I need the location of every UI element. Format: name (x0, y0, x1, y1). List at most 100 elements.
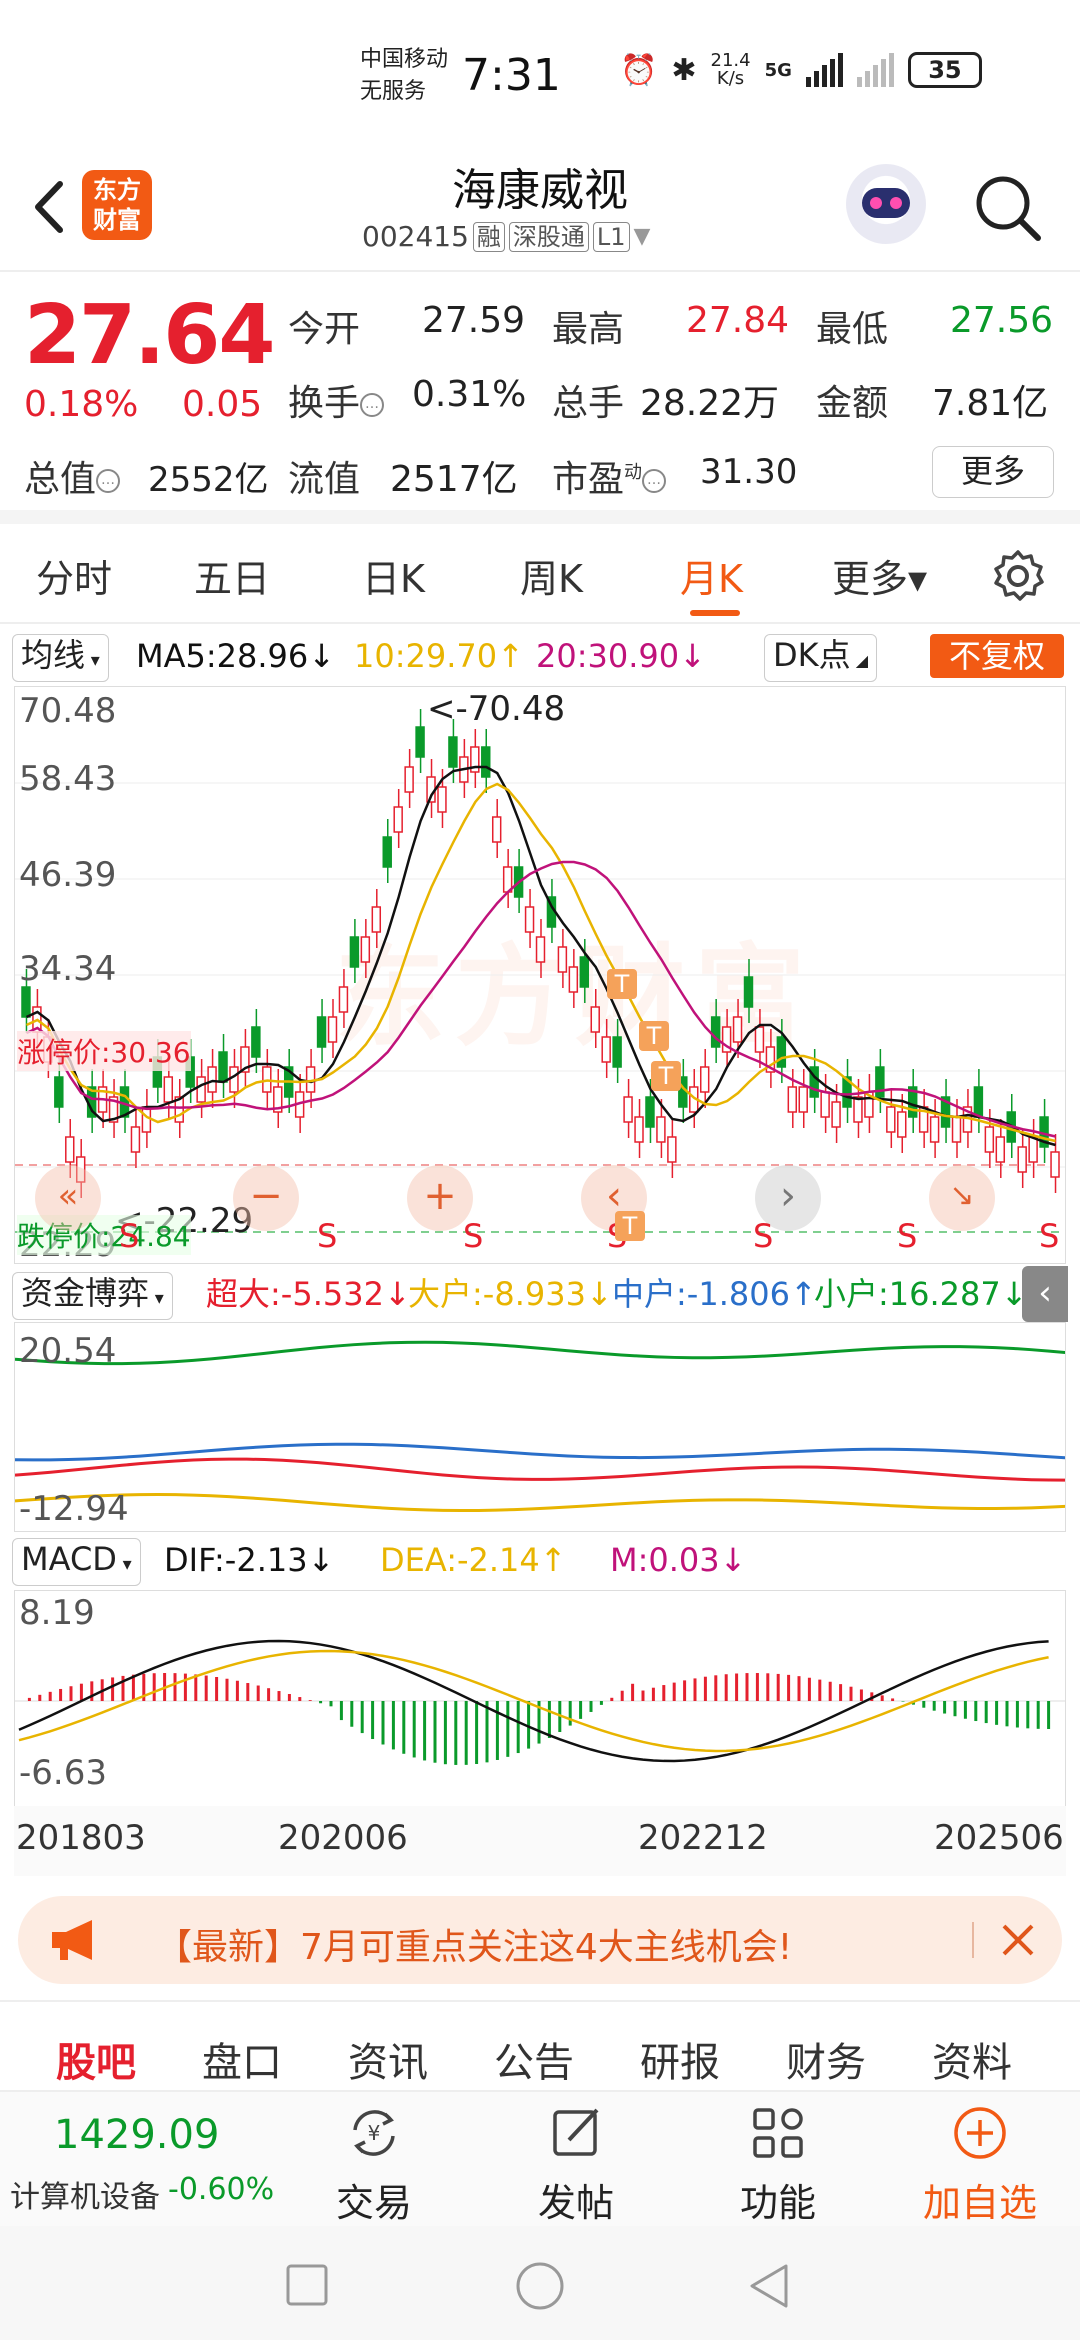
back-icon[interactable] (744, 2260, 794, 2312)
tag-level: L1 (592, 221, 630, 252)
kline-candle (820, 1091, 830, 1118)
reset-view-icon[interactable]: ↘ (929, 1165, 995, 1231)
trade-button[interactable]: ¥ 交易 (314, 2104, 434, 2227)
sell-signal-s: S (317, 1217, 338, 1255)
tab-daily-k[interactable]: 日K (362, 548, 425, 603)
tab-monthly-k[interactable]: 月K (680, 548, 743, 603)
dif-value: DIF:-2.13↓ (164, 1541, 335, 1579)
dk-point-select[interactable]: DK点 ◢ (764, 634, 878, 682)
active-tab-indicator (690, 610, 740, 616)
tab-financials[interactable]: 财务 (786, 2030, 866, 2088)
more-button[interactable]: 更多 (932, 446, 1054, 498)
sell-signal-s: S (463, 1217, 484, 1255)
kline-candle (1050, 1151, 1060, 1178)
tag-margin: 融 (472, 221, 505, 252)
home-icon[interactable] (514, 2260, 566, 2312)
zoom-out-icon[interactable]: − (233, 1165, 299, 1231)
post-button[interactable]: 发帖 (516, 2104, 636, 2227)
pe-label[interactable]: 市盈动… (552, 450, 667, 502)
current-price: 27.64 (24, 288, 275, 383)
system-nav-bar (0, 2226, 1080, 2340)
kline-candle (21, 986, 31, 1018)
macd-chart[interactable]: 8.19 -6.63 (14, 1590, 1066, 1808)
kline-candle (1028, 1136, 1038, 1163)
kline-candle (535, 936, 546, 963)
tab-forum[interactable]: 股吧 (56, 2030, 136, 2088)
macd-axis-min: -6.63 (19, 1753, 107, 1793)
kline-candle (251, 1026, 261, 1058)
function-button[interactable]: 功能 (718, 2104, 838, 2227)
search-icon[interactable] (970, 170, 1046, 246)
sector-index[interactable]: 1429.09 计算机设备 -0.60% (0, 2092, 290, 2228)
kline-candle (699, 1066, 710, 1093)
kline-chart[interactable]: 东方财富 70.48 58.43 46.39 34.34 22.29 <-70.… (14, 686, 1066, 1264)
macd-plot (15, 1639, 1065, 1765)
kline-candle (897, 1111, 907, 1138)
sector-index-value: 1429.09 (54, 2112, 220, 2158)
add-watchlist-button[interactable]: 加自选 (920, 2104, 1040, 2227)
kline-candle (973, 1086, 984, 1118)
turnover-value: 0.31% (412, 374, 527, 415)
ma5-value: MA5:28.96↓ (136, 637, 336, 675)
tab-more[interactable]: 更多▾ (832, 548, 927, 603)
kline-candle (951, 1116, 962, 1143)
tab-intraday[interactable]: 分时 (36, 548, 112, 603)
tab-orderbook[interactable]: 盘口 (202, 2030, 282, 2088)
trade-icon: ¥ (353, 2110, 395, 2156)
close-icon[interactable] (996, 1918, 1040, 1962)
turnover-label[interactable]: 换手… (288, 374, 385, 426)
quote-panel: 27.64 0.18% 0.05 今开 27.59 最高 27.84 最低 27… (0, 274, 1080, 524)
kline-candle (338, 986, 349, 1013)
open-value: 27.59 (422, 300, 526, 341)
date-axis: 201803 202006 202212 202506 (14, 1806, 1066, 1876)
tab-news[interactable]: 资讯 (348, 2030, 428, 2088)
kline-candle (481, 746, 491, 778)
info-icon: … (642, 469, 667, 493)
kline-candle (163, 1076, 174, 1103)
kline-candle (875, 1066, 885, 1098)
dk-point-label: DK点 (773, 636, 851, 674)
news-banner[interactable]: 【最新】7月可重点关注这4大主线机会! (18, 1896, 1062, 1984)
kline-candle (54, 1076, 64, 1108)
dropdown-arrow-icon: ▾ (116, 1554, 132, 1575)
kline-candle (601, 1036, 611, 1063)
adjust-toggle-button[interactable]: 不复权 (930, 634, 1064, 678)
tab-profile[interactable]: 资料 (932, 2030, 1012, 2088)
kline-candle (634, 1116, 644, 1143)
ma-indicator-bar: 均线 ▾ MA5:28.96↓ 10:29.70↑ 20:30.90↓ DK点 … (0, 630, 1080, 682)
fund-flow-chart[interactable]: 20.54 -12.94 (14, 1322, 1066, 1532)
bluetooth-icon: ✱ (671, 52, 697, 88)
content-tabs: 股吧 盘口 资讯 公告 研报 财务 资料 (0, 2000, 1080, 2090)
megaphone-icon (52, 1920, 92, 1960)
carrier-info: 中国移动 无服务 (360, 44, 448, 108)
price-axis-max: 70.48 (19, 691, 117, 731)
sell-signal-s: S (897, 1217, 918, 1255)
tab-weekly-k[interactable]: 周K (520, 548, 583, 603)
carrier-status: 无服务 (360, 79, 427, 104)
macd-select[interactable]: MACD ▾ (12, 1538, 141, 1586)
max-price-marker: <-70.48 (427, 689, 566, 729)
fund-indicator-select[interactable]: 资金博弈 ▾ (12, 1272, 173, 1320)
kline-candle (623, 1096, 633, 1123)
t-signal: T (615, 1211, 645, 1241)
stock-code-row[interactable]: 002415 融 深股通 L1 ▼ (362, 220, 650, 253)
indicator-select[interactable]: 均线 ▾ (12, 634, 109, 682)
tab-research[interactable]: 研报 (640, 2030, 720, 2088)
recent-apps-icon[interactable] (284, 2262, 330, 2308)
collapse-panel-icon[interactable]: ‹ (1022, 1266, 1068, 1322)
alarm-icon: ⏰ (620, 52, 658, 88)
gear-icon[interactable] (990, 548, 1046, 604)
ai-assistant-avatar[interactable] (846, 164, 926, 244)
fund-flow-bar: 资金博弈 ▾ 超大:-5.532↓ 大户:-8.933↓ 中户:-1.806↑ … (0, 1268, 1080, 1320)
fund-select-label: 资金博弈 (21, 1274, 150, 1312)
price-axis-2: 58.43 (19, 759, 117, 799)
trade-label: 交易 (335, 2181, 412, 2225)
tab-five-day[interactable]: 五日 (194, 548, 270, 603)
fund-axis-max: 20.54 (19, 1331, 117, 1371)
kline-candle (207, 1066, 217, 1093)
network-speed: 21.4 K/s (711, 52, 751, 88)
sector-name: 计算机设备 (10, 2180, 160, 2215)
market-cap-label[interactable]: 总值… (24, 450, 121, 502)
first-page-icon[interactable]: « (35, 1165, 101, 1231)
tab-announcements[interactable]: 公告 (494, 2030, 574, 2088)
